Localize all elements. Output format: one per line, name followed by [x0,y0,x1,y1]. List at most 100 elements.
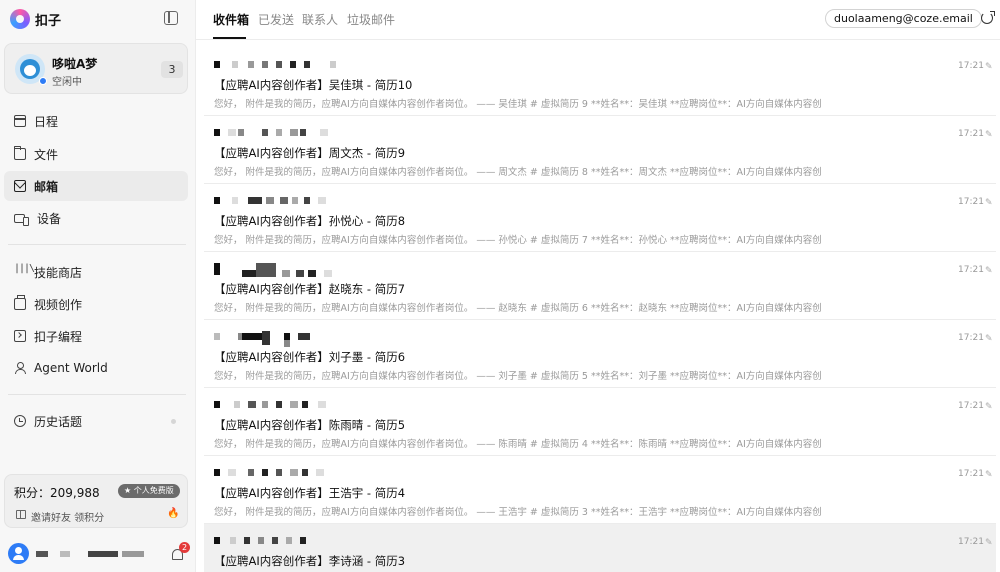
user-row[interactable]: 2 [0,538,196,568]
mail-row[interactable]: 17:21 ✎ 【应聘AI内容创作者】刘子墨 - 简历6 您好， 附件是我的简历… [204,320,996,388]
mail-icon [14,180,26,192]
divider [8,394,186,395]
nav-item-skill-store[interactable]: 技能商店 [4,257,188,287]
account-email-chip[interactable]: duolaameng@coze.email [825,9,982,28]
nav-item-mail[interactable]: 邮箱 [4,171,188,201]
tab-inbox[interactable]: 收件箱 [213,11,249,28]
mail-preview: 您好， 附件是我的简历，应聘AI方向自媒体内容创作者岗位。 —— 吴佳琪 # 虚… [214,99,822,110]
device-icon [14,213,29,226]
agent-profile-card[interactable]: 哆啦A梦 空闲中 3 [4,43,188,94]
nav-item-label: 日程 [34,114,59,129]
redacted-sender [232,197,238,204]
mail-row[interactable]: 17:21 ✎ 【应聘AI内容创作者】李诗涵 - 简历3 [204,524,996,572]
redacted-sender [262,61,268,68]
redacted-sender [284,333,290,340]
divider [8,244,186,245]
sidebar: 扣子 哆啦A梦 空闲中 3 日程 文件 邮箱 设备 技能商店 视频创作 扣子编程… [0,0,196,572]
redacted-sender [228,469,236,476]
tab-contacts[interactable]: 联系人 [302,11,338,28]
nav-item-history[interactable]: 历史话题 [4,406,188,436]
redacted-username [60,551,70,557]
code-icon [14,330,26,342]
sidebar-toggle-icon[interactable] [164,11,178,25]
profile-status: 空闲中 [52,77,82,88]
mail-subject: 【应聘AI内容创作者】刘子墨 - 简历6 [214,350,406,364]
nav-item-devices[interactable]: 设备 [4,203,188,233]
nav-item-coding[interactable]: 扣子编程 [4,321,188,351]
mail-list: 17:21 ✎ 【应聘AI内容创作者】吴佳琪 - 简历10 您好， 附件是我的简… [204,48,996,572]
redacted-sender [308,270,316,277]
redacted-sender [316,469,324,476]
nav-item-label: 扣子编程 [34,329,83,344]
active-tab-indicator [213,37,246,39]
redacted-sender [214,401,220,408]
brand[interactable]: 扣子 [10,8,61,30]
redacted-sender [304,61,310,68]
attachment-icon: ✎ [985,198,993,208]
nav-item-agent-world[interactable]: Agent World [4,353,188,383]
redacted-sender [290,61,296,68]
mail-preview: 您好， 附件是我的简历，应聘AI方向自媒体内容创作者岗位。 —— 孙悦心 # 虚… [214,235,822,246]
nav-item-label: 技能商店 [34,265,83,280]
attachment-icon: ✎ [985,130,993,140]
mail-time: 17:21 [958,129,984,139]
nav-item-label: 视频创作 [34,297,83,312]
redacted-sender [290,129,298,136]
redacted-sender [248,469,254,476]
redacted-sender [242,333,262,340]
calendar-icon [14,115,26,127]
attachment-icon: ✎ [985,538,993,548]
mail-time: 17:21 [958,401,984,411]
nav-item-label: Agent World [34,361,108,375]
mail-row[interactable]: 17:21 ✎ 【应聘AI内容创作者】吴佳琪 - 简历10 您好， 附件是我的简… [204,48,996,116]
tab-sent[interactable]: 已发送 [258,11,294,28]
mail-row[interactable]: 17:21 ✎ 【应聘AI内容创作者】王浩宇 - 简历4 您好， 附件是我的简历… [204,456,996,524]
plan-badge[interactable]: ★ 个人免费版 [118,484,180,498]
mail-subject: 【应聘AI内容创作者】赵晓东 - 简历7 [214,282,406,296]
mail-subject: 【应聘AI内容创作者】孙悦心 - 简历8 [214,214,406,228]
redacted-username [88,551,118,557]
attachment-icon: ✎ [985,62,993,72]
redacted-sender [290,401,298,408]
history-icon [14,415,26,427]
redacted-sender [238,129,244,136]
mail-time: 17:21 [958,265,984,275]
attachment-icon: ✎ [985,402,993,412]
nav-item-calendar[interactable]: 日程 [4,106,188,136]
mail-preview: 您好， 附件是我的简历，应聘AI方向自媒体内容创作者岗位。 —— 陈雨晴 # 虚… [214,439,822,450]
tab-spam[interactable]: 垃圾邮件 [347,11,395,28]
mail-time: 17:21 [958,333,984,343]
nav-item-label: 历史话题 [34,414,83,429]
redacted-username [36,551,48,557]
redacted-sender [318,401,326,408]
redacted-sender [214,333,220,340]
redacted-sender [244,537,250,544]
attachment-icon: ✎ [985,266,993,276]
video-icon [14,295,26,310]
mail-row[interactable]: 17:21 ✎ 【应聘AI内容创作者】周文杰 - 简历9 您好， 附件是我的简历… [204,116,996,184]
redacted-sender [214,537,220,544]
mail-subject: 【应聘AI内容创作者】周文杰 - 简历9 [214,146,406,160]
redacted-sender [248,61,254,68]
fire-icon: 🔥 [167,508,180,519]
redacted-sender [302,401,308,408]
redacted-sender [214,263,220,275]
nav-item-video[interactable]: 视频创作 [4,289,188,319]
redacted-sender [272,537,278,544]
redacted-sender [284,340,290,347]
mail-topbar: 收件箱 已发送 联系人 垃圾邮件 duolaameng@coze.email [196,0,1000,40]
coze-logo-icon [10,9,30,29]
redacted-sender [300,537,306,544]
mail-row[interactable]: 17:21 ✎ 【应聘AI内容创作者】赵晓东 - 简历7 您好， 附件是我的简历… [204,252,996,320]
redacted-sender [262,469,268,476]
redacted-sender [286,537,292,544]
user-avatar-icon[interactable] [8,543,29,564]
invite-link[interactable]: 邀请好友 领积分 [31,509,104,524]
redacted-sender [266,197,274,204]
history-expand-dot-icon[interactable] [171,419,176,424]
mail-row[interactable]: 17:21 ✎ 【应聘AI内容创作者】陈雨晴 - 简历5 您好， 附件是我的简历… [204,388,996,456]
redacted-sender [324,270,332,277]
refresh-icon[interactable] [981,11,995,24]
mail-row[interactable]: 17:21 ✎ 【应聘AI内容创作者】孙悦心 - 简历8 您好， 附件是我的简历… [204,184,996,252]
nav-item-files[interactable]: 文件 [4,139,188,169]
